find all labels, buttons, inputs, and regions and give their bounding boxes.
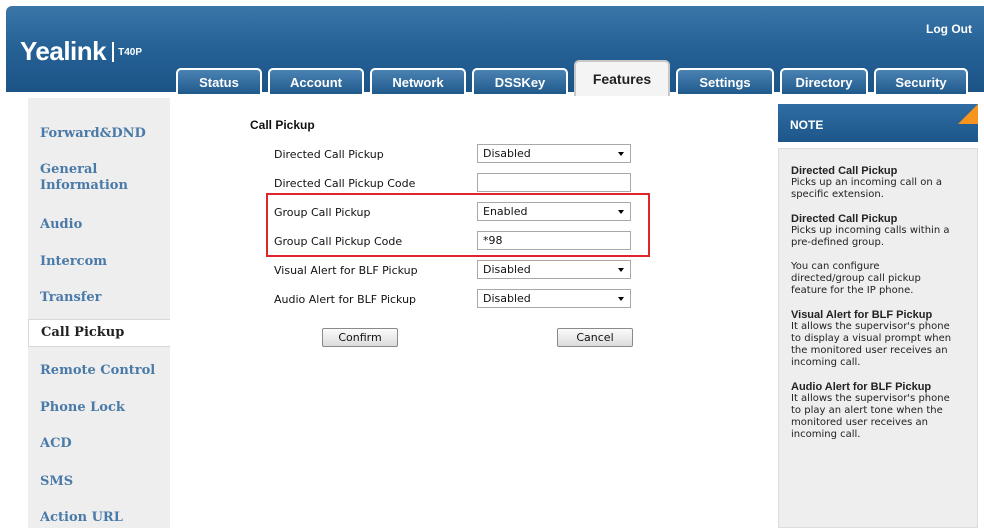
directed-call-pickup-select[interactable]: Disabled (477, 144, 631, 163)
note-line: feature for the IP phone. (791, 285, 914, 296)
note-block: Directed Call Pickup Picks up incoming c… (791, 213, 969, 249)
note-block: You can configure directed/group call pi… (791, 261, 969, 297)
model-label: T40P (118, 47, 143, 58)
visual-alert-blf-pickup-value: Disabled (483, 263, 531, 276)
chevron-down-icon (618, 152, 624, 156)
tab-network[interactable]: Network (370, 68, 466, 94)
note-line: to display a visual prompt when (791, 333, 952, 344)
logo-divider (112, 41, 115, 62)
chevron-down-icon (618, 268, 624, 272)
note-title: Directed Call Pickup (791, 165, 898, 177)
note-line: directed/group call pickup (791, 273, 921, 284)
note-block: Visual Alert for BLF Pickup It allows th… (791, 309, 969, 369)
audio-alert-blf-pickup-value: Disabled (483, 292, 531, 305)
note-line: specific extension. (791, 189, 884, 200)
note-line: It allows the supervisor's phone (791, 393, 950, 404)
yealink-logo: Yealink T40P (20, 36, 142, 67)
tab-account[interactable]: Account (268, 68, 364, 94)
sidebar-item-action-url[interactable]: Action URL (28, 510, 170, 526)
note-line: monitored user receives an (791, 417, 928, 428)
audio-alert-blf-pickup-label: Audio Alert for BLF Pickup (274, 293, 417, 306)
note-panel: NOTE Directed Call Pickup Picks up an in… (778, 104, 978, 528)
directed-call-pickup-code-label: Directed Call Pickup Code (274, 177, 416, 190)
note-title: Audio Alert for BLF Pickup (791, 381, 932, 393)
main-content: Call Pickup Directed Call Pickup Disable… (170, 98, 768, 528)
sidebar-item-acd[interactable]: ACD (28, 436, 170, 452)
chevron-down-icon (618, 210, 624, 214)
tab-settings[interactable]: Settings (676, 68, 774, 94)
note-line: to play an alert tone when the (791, 405, 943, 416)
note-corner-decoration (958, 104, 978, 124)
sidebar-item-general[interactable]: General (28, 162, 170, 178)
group-call-pickup-label: Group Call Pickup (274, 206, 371, 219)
sidebar-item-call-pickup[interactable]: Call Pickup (28, 319, 170, 347)
tab-directory[interactable]: Directory (780, 68, 868, 94)
note-line: It allows the supervisor's phone (791, 321, 950, 332)
sidebar-item-intercom[interactable]: Intercom (28, 254, 170, 270)
tab-status[interactable]: Status (176, 68, 262, 94)
sidebar-item-forward-dnd[interactable]: Forward&DND (28, 126, 170, 142)
sidebar-item-phone-lock[interactable]: Phone Lock (28, 400, 170, 416)
tab-dsskey[interactable]: DSSKey (472, 68, 568, 94)
note-line: Picks up an incoming call on a (791, 177, 943, 188)
note-block: Directed Call Pickup Picks up an incomin… (791, 165, 969, 201)
tab-features[interactable]: Features (574, 60, 670, 96)
note-line: the monitored user receives an (791, 345, 948, 356)
sidebar-item-audio[interactable]: Audio (28, 217, 170, 233)
note-line: incoming call. (791, 429, 861, 440)
sidebar-item-transfer[interactable]: Transfer (28, 290, 170, 306)
audio-alert-blf-pickup-select[interactable]: Disabled (477, 289, 631, 308)
logo-text: Yealink (20, 36, 107, 66)
chevron-down-icon (618, 297, 624, 301)
visual-alert-blf-pickup-select[interactable]: Disabled (477, 260, 631, 279)
cancel-button[interactable]: Cancel (557, 328, 633, 347)
note-block: Audio Alert for BLF Pickup It allows the… (791, 381, 969, 441)
logout-link[interactable]: Log Out (926, 22, 972, 36)
sidebar-item-remote-control[interactable]: Remote Control (28, 363, 170, 379)
tab-security[interactable]: Security (874, 68, 968, 94)
note-body: Directed Call Pickup Picks up an incomin… (778, 148, 978, 528)
visual-alert-blf-pickup-label: Visual Alert for BLF Pickup (274, 264, 418, 277)
sidebar-item-sms[interactable]: SMS (28, 474, 170, 490)
note-line: incoming call. (791, 357, 861, 368)
section-title: Call Pickup (250, 118, 315, 132)
directed-call-pickup-value: Disabled (483, 147, 531, 160)
note-line: You can configure (791, 261, 880, 272)
directed-call-pickup-code-input[interactable] (477, 173, 631, 192)
group-call-pickup-value: Enabled (483, 205, 528, 218)
confirm-button[interactable]: Confirm (322, 328, 398, 347)
note-title: Directed Call Pickup (791, 213, 898, 225)
group-call-pickup-code-input[interactable]: *98 (477, 231, 631, 250)
note-header: NOTE (778, 104, 978, 142)
directed-call-pickup-label: Directed Call Pickup (274, 148, 384, 161)
note-title: Visual Alert for BLF Pickup (791, 309, 933, 321)
group-call-pickup-select[interactable]: Enabled (477, 202, 631, 221)
sidebar-item-information[interactable]: Information (28, 178, 170, 194)
note-line: pre-defined group. (791, 237, 885, 248)
group-call-pickup-code-label: Group Call Pickup Code (274, 235, 403, 248)
note-line: Picks up incoming calls within a (791, 225, 950, 236)
